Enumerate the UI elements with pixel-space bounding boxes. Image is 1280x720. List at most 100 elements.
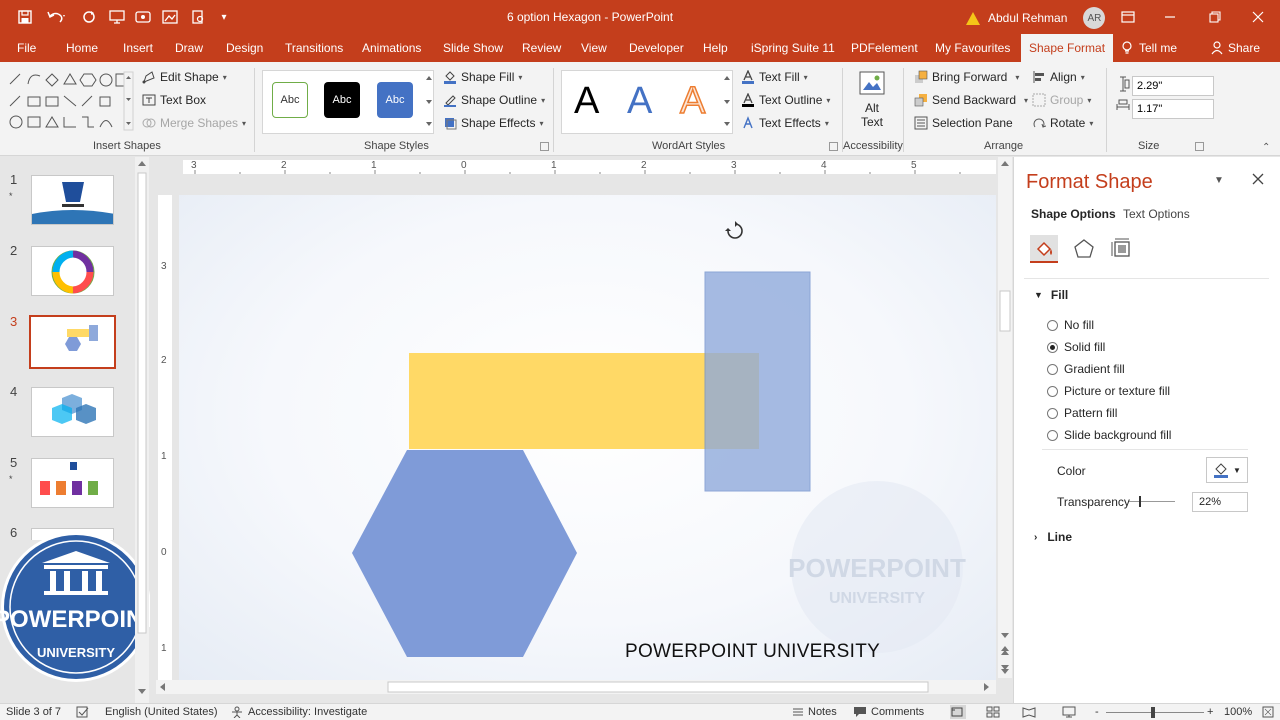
tab-my-favourites[interactable]: My Favourites — [935, 34, 1010, 62]
wordart-scroll[interactable] — [722, 70, 732, 134]
shape-style-black[interactable]: Abc — [324, 82, 360, 118]
shape-styles-scroll[interactable] — [424, 70, 434, 134]
zoom-slider[interactable] — [1106, 712, 1204, 713]
language-indicator[interactable]: English (United States) — [105, 706, 218, 718]
notes-button[interactable]: Notes — [792, 706, 837, 718]
shape-outline-button[interactable]: Shape Outline ▾ — [443, 93, 545, 107]
size-properties-tab[interactable] — [1108, 235, 1136, 263]
color-picker-button[interactable]: ▼ — [1206, 457, 1248, 483]
pane-options-chevron-icon[interactable]: ▼ — [1214, 175, 1224, 186]
fill-section-header[interactable]: ▼ Fill — [1034, 288, 1068, 302]
tab-view[interactable]: View — [581, 34, 607, 62]
group-button[interactable]: Group ▾ — [1032, 93, 1091, 107]
slide-thumbnail-1[interactable] — [31, 175, 114, 225]
zoom-in-button[interactable]: + — [1207, 706, 1213, 718]
spelling-check-icon[interactable] — [76, 706, 90, 718]
selection-pane-button[interactable]: Selection Pane — [914, 116, 1013, 130]
fill-and-line-tab[interactable] — [1030, 235, 1058, 263]
slide-thumbnail-4[interactable] — [31, 387, 114, 437]
edit-shape-button[interactable]: Edit Shape ▾ — [142, 70, 227, 84]
alt-text-button[interactable]: Alt Text — [856, 70, 888, 138]
tab-shape-options[interactable]: Shape Options — [1031, 207, 1116, 221]
tab-insert[interactable]: Insert — [123, 34, 153, 62]
shape-style-white[interactable]: Abc — [272, 82, 308, 118]
slide-thumbnail-2[interactable] — [31, 246, 114, 296]
slide-counter[interactable]: Slide 3 of 7 — [6, 706, 61, 718]
text-box-button[interactable]: Text Box — [142, 93, 206, 107]
slide-show-view-icon[interactable] — [1062, 706, 1076, 718]
shape-style-blue[interactable]: Abc — [377, 82, 413, 118]
close-pane-icon[interactable] — [1252, 173, 1264, 185]
text-effects-button[interactable]: Text Effects ▾ — [741, 116, 829, 130]
close-window-icon[interactable] — [1246, 6, 1270, 28]
shapes-gallery[interactable] — [6, 70, 134, 132]
tab-shape-format[interactable]: Shape Format — [1021, 34, 1114, 62]
normal-view-icon[interactable] — [950, 705, 966, 719]
tab-developer[interactable]: Developer — [629, 34, 684, 62]
send-backward-button[interactable]: Send Backward ▾ — [914, 93, 1028, 107]
text-fill-button[interactable]: Text Fill ▾ — [741, 70, 808, 84]
share-button[interactable]: Share — [1211, 34, 1260, 62]
slide-thumbnail-3[interactable] — [29, 315, 116, 369]
reading-view-icon[interactable] — [1022, 706, 1036, 718]
shape-height-input[interactable] — [1132, 76, 1214, 96]
collapse-ribbon-icon[interactable]: ⌃ — [1262, 142, 1270, 153]
fill-option-no-fill[interactable]: No fill — [1047, 318, 1094, 332]
wordart-dialog-launcher-icon[interactable] — [829, 142, 838, 151]
shape-styles-dialog-launcher-icon[interactable] — [540, 142, 549, 151]
thumbnails-scrollbar[interactable] — [135, 157, 149, 703]
effects-tab[interactable] — [1070, 235, 1098, 263]
fill-option-pattern-fill[interactable]: Pattern fill — [1047, 406, 1117, 420]
zoom-out-button[interactable]: - — [1095, 706, 1099, 718]
blue-rectangle-shape[interactable] — [704, 271, 811, 492]
tab-review[interactable]: Review — [522, 34, 561, 62]
wordart-style-black[interactable]: A — [574, 80, 599, 123]
canvas-vertical-scrollbar[interactable] — [998, 157, 1012, 678]
radio-button[interactable] — [1047, 407, 1058, 419]
line-section-header[interactable]: › Line — [1034, 530, 1072, 544]
radio-button[interactable] — [1047, 319, 1058, 331]
fill-option-slide-background-fill[interactable]: Slide background fill — [1047, 428, 1171, 442]
tab-slide-show[interactable]: Slide Show — [443, 34, 503, 62]
radio-button[interactable] — [1047, 429, 1058, 441]
tab-pdfelement[interactable]: PDFelement — [851, 34, 918, 62]
tab-draw[interactable]: Draw — [175, 34, 203, 62]
tab-transitions[interactable]: Transitions — [285, 34, 343, 62]
bring-forward-button[interactable]: Bring Forward ▾ — [914, 70, 1019, 84]
accessibility-checker[interactable]: Accessibility: Investigate — [230, 706, 367, 718]
canvas-horizontal-scrollbar[interactable] — [156, 680, 996, 694]
transparency-slider-thumb[interactable] — [1139, 496, 1142, 507]
user-info[interactable]: Abdul Rehman AR — [966, 7, 1106, 29]
horizontal-ruler[interactable]: 3 2 1 0 1 2 3 4 5 — [183, 160, 996, 174]
radio-button[interactable] — [1047, 341, 1058, 353]
slide-canvas[interactable]: POWERPOINT UNIVERSITY POWERPOINT UNIVERS… — [179, 195, 996, 680]
shape-width-input[interactable] — [1132, 99, 1214, 119]
avatar[interactable]: AR — [1083, 7, 1106, 29]
redo-icon[interactable] — [80, 8, 98, 26]
tab-ispring-suite[interactable]: iSpring Suite 11 — [751, 34, 835, 62]
shape-effects-button[interactable]: Shape Effects ▾ — [443, 116, 544, 130]
zoom-slider-thumb[interactable] — [1151, 707, 1155, 718]
customize-quick-access-icon[interactable]: ▾ — [218, 8, 230, 26]
undo-icon[interactable] — [42, 8, 70, 26]
minimize-icon[interactable] — [1158, 6, 1182, 28]
tab-help[interactable]: Help — [703, 34, 728, 62]
wordart-style-blue[interactable]: A — [627, 80, 652, 123]
text-outline-button[interactable]: Text Outline ▾ — [741, 93, 830, 107]
slide-thumbnail-5[interactable] — [31, 458, 114, 508]
fill-option-solid-fill[interactable]: Solid fill — [1047, 340, 1105, 354]
align-button[interactable]: Align ▾ — [1032, 70, 1085, 84]
save-icon[interactable] — [16, 8, 34, 26]
size-dialog-launcher-icon[interactable] — [1195, 142, 1204, 151]
vertical-ruler[interactable]: 3 2 1 0 1 — [158, 195, 172, 680]
print-preview-icon[interactable] — [190, 8, 206, 26]
photo-album-icon[interactable] — [160, 8, 180, 26]
tab-animations[interactable]: Animations — [362, 34, 421, 62]
tell-me[interactable]: Tell me — [1121, 34, 1177, 62]
rotate-button[interactable]: Rotate ▾ — [1032, 116, 1093, 130]
zoom-level[interactable]: 100% — [1224, 706, 1252, 718]
hexagon-shape[interactable] — [352, 450, 577, 657]
slide-sorter-view-icon[interactable] — [986, 706, 1000, 718]
ribbon-display-options-icon[interactable] — [1116, 6, 1140, 28]
restore-icon[interactable] — [1203, 6, 1227, 28]
